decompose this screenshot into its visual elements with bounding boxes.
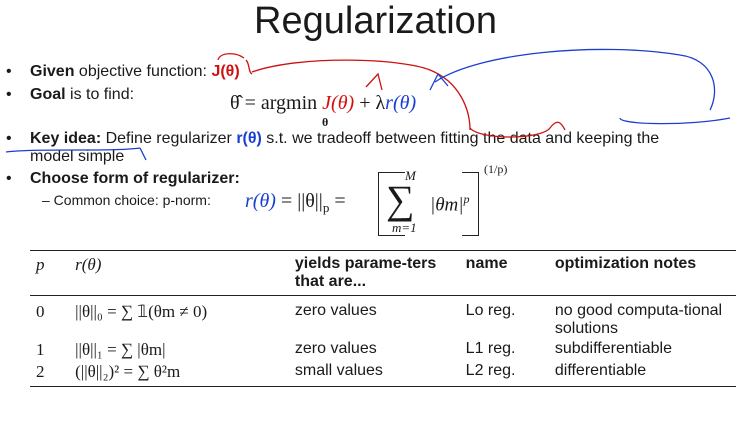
cell-name: Lo reg.	[465, 302, 516, 319]
header-yields: yields parame-ters that are...	[294, 255, 437, 290]
cell-yields: small values	[294, 362, 383, 379]
cell-yields: zero values	[294, 340, 377, 357]
header-optimization-notes: optimization notes	[554, 255, 697, 272]
header-p: p	[36, 255, 45, 274]
table-row: 2 (||θ||₂)² = ∑ θ²m small values L2 reg.…	[30, 361, 736, 387]
cell-name: L2 reg.	[465, 362, 516, 379]
cell-p: 0	[36, 302, 45, 321]
cell-name: L1 reg.	[465, 340, 516, 357]
header-name: name	[465, 255, 508, 272]
cell-p: 2	[36, 362, 45, 381]
cell-notes: subdifferentiable	[554, 340, 672, 357]
cell-notes: differentiable	[554, 362, 647, 379]
cell-p: 1	[36, 340, 45, 359]
table-header-row: p r(θ) yields parame-ters that are... na…	[30, 250, 736, 296]
table-row: 1 ||θ||₁ = ∑ |θm| zero values L1 reg. su…	[30, 339, 736, 361]
cell-norm: (||θ||₂)² = ∑ θ²m	[75, 362, 181, 381]
header-r: r(θ)	[75, 255, 102, 274]
table-row: 0 ||θ||₀ = ∑ 𝟙(θm ≠ 0) zero values Lo re…	[30, 296, 736, 340]
cell-notes: no good computa-tional solutions	[554, 302, 723, 337]
cell-yields: zero values	[294, 302, 377, 319]
regularizer-table: p r(θ) yields parame-ters that are... na…	[30, 250, 736, 387]
cell-norm: ||θ||₁ = ∑ |θm|	[75, 340, 166, 359]
cell-norm: ||θ||₀ = ∑ 𝟙(θm ≠ 0)	[75, 302, 208, 321]
